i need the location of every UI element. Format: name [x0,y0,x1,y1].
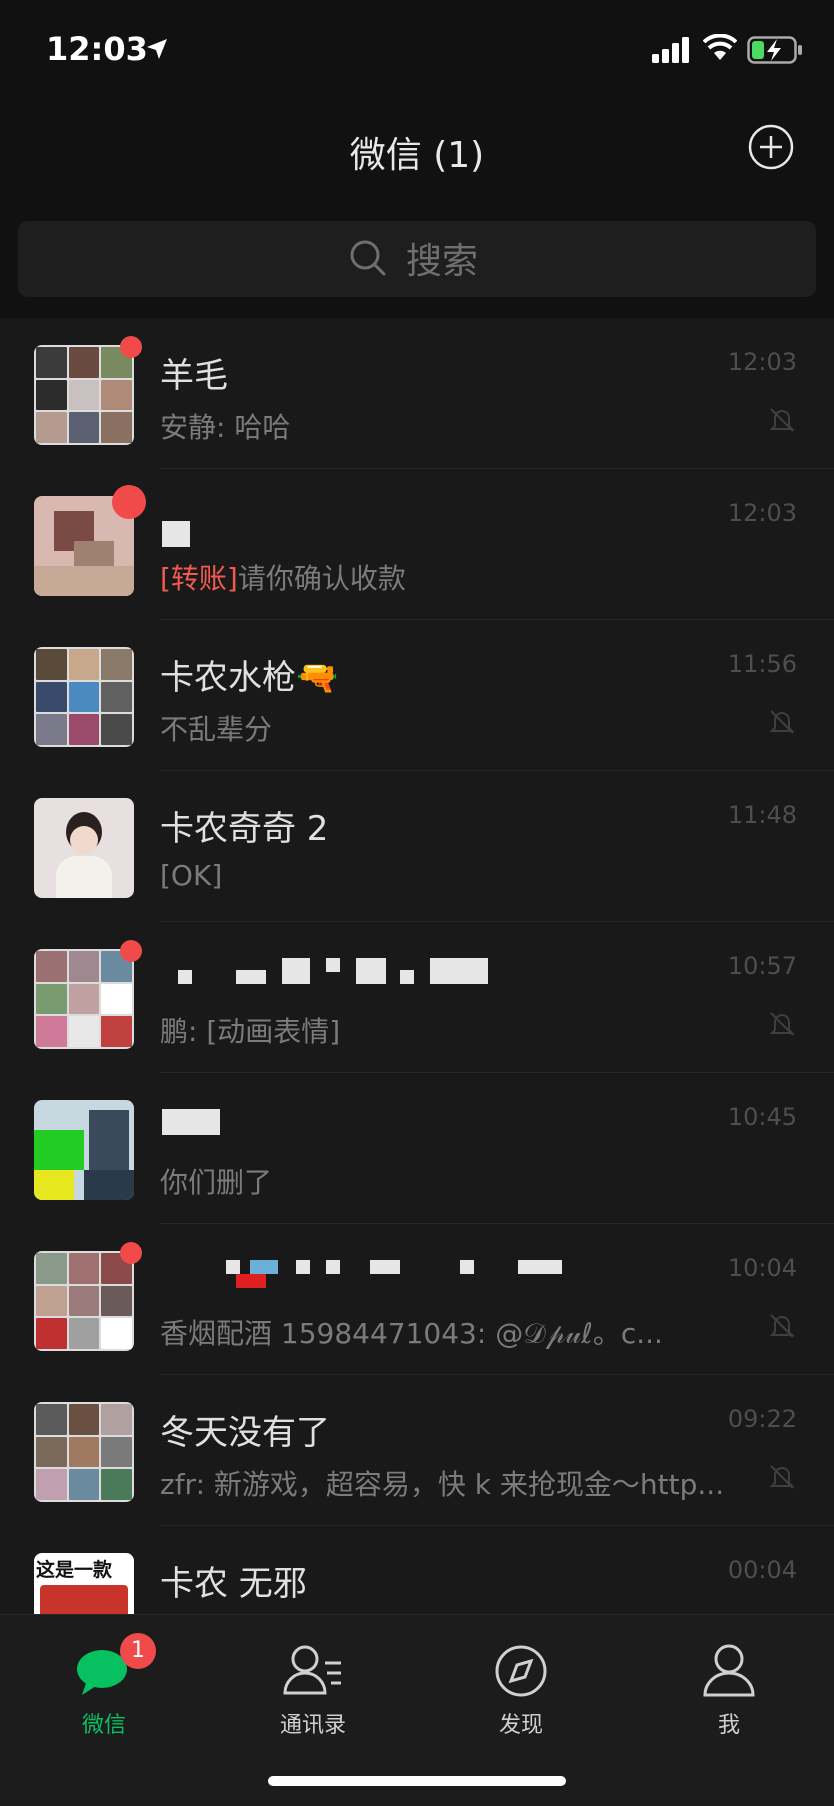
chat-time: 00:04 [727,1556,797,1584]
chat-preview: 安静: 哈哈 [160,411,291,444]
chat-time: 11:56 [727,650,797,678]
chat-time: 10:45 [727,1103,797,1131]
chat-name: 卡农 无邪 [160,1564,307,1604]
chat-item[interactable]: 这是一款 卡农 无邪 00:04 [0,1526,834,1614]
avatar [34,798,134,898]
tab-me[interactable]: 我 [659,1633,799,1743]
chat-time: 10:57 [727,952,797,980]
tab-label: 通讯录 [279,1713,346,1738]
header: 微信 (1) [0,100,834,200]
avatar [34,345,134,445]
mute-bell-icon [769,1314,795,1338]
contacts-icon [283,1645,341,1695]
chat-preview: zfr: 新游戏，超容易，快 k 来抢现金～http... [160,1468,725,1501]
chat-preview: [OK] [160,859,223,892]
avatar [34,949,134,1049]
search-icon [350,240,386,276]
unread-dot [120,1242,142,1264]
avatar [34,647,134,747]
chat-time: 10:04 [727,1254,797,1282]
chat-time: 11:48 [727,801,797,829]
chat-item[interactable]: 香烟配酒 15984471043: @𝒟𝓅𝓊ℓ。c... 10:04 [0,1224,834,1375]
unread-dot [120,940,142,962]
search-placeholder: 搜索 [406,241,479,282]
tab-label: 微信 [81,1713,126,1738]
chat-item[interactable]: 鹏: [动画表情] 10:57 [0,922,834,1073]
chat-preview: 鹏: [动画表情] [160,1015,341,1048]
avatar [34,1100,134,1200]
chat-item[interactable]: 卡农奇奇 2 [OK] 11:48 [0,771,834,922]
tab-label: 发现 [498,1713,543,1738]
avatar [34,1251,134,1351]
tab-label: 我 [717,1713,740,1738]
chat-name: 卡农水枪🔫 [160,658,339,698]
status-bar: 12:03 [0,0,834,100]
avatar-text: 这是一款 [36,1559,113,1581]
chat-name: 冬天没有了 [160,1413,330,1453]
chat-item[interactable]: [转账]请你确认收款 12:03 [0,469,834,620]
chat-item[interactable]: 羊毛 安静: 哈哈 12:03 [0,318,834,469]
mute-bell-icon [769,1012,795,1036]
battery-charging-icon [747,36,802,64]
plus-circle-icon[interactable] [746,122,796,172]
mute-bell-icon [769,408,795,432]
chat-time: 12:03 [727,499,797,527]
chat-time: 12:03 [727,348,797,376]
compass-icon [495,1645,547,1697]
person-icon [703,1644,755,1697]
unread-dot [112,485,146,519]
chat-item[interactable]: 你们删了 10:45 [0,1073,834,1224]
tab-discover[interactable]: 发现 [451,1633,591,1743]
location-arrow-icon [147,39,167,59]
chat-name: 卡农奇奇 2 [160,809,329,849]
chat-item[interactable]: 冬天没有了 zfr: 新游戏，超容易，快 k 来抢现金～http... 09:2… [0,1375,834,1526]
home-indicator[interactable] [268,1776,566,1786]
unread-badge: 1 [120,1633,156,1669]
avatar [34,1402,134,1502]
avatar: 这是一款 [34,1553,134,1614]
wifi-icon [703,34,737,60]
tab-contacts[interactable]: 通讯录 [243,1633,383,1743]
redacted-block [162,521,190,547]
chat-preview: 不乱辈分 [160,713,273,746]
status-time: 12:03 [46,30,148,68]
unread-dot [120,336,142,358]
chat-item[interactable]: 卡农水枪🔫 不乱辈分 11:56 [0,620,834,771]
chat-list: 羊毛 安静: 哈哈 12:03 [转账]请你确认收款 12:03 卡农水枪🔫 不… [0,318,834,1614]
tab-chats[interactable]: 1 微信 [34,1633,174,1743]
mute-bell-icon [769,1465,795,1489]
page-title: 微信 (1) [349,135,485,176]
signal-icon [652,37,689,63]
chat-preview: 香烟配酒 15984471043: @𝒟𝓅𝓊ℓ。c... [160,1317,663,1350]
transfer-tag: [转账] [160,562,238,595]
mute-bell-icon [769,710,795,734]
chat-preview: [转账]请你确认收款 [160,562,406,595]
chat-preview: 你们删了 [160,1166,273,1199]
chat-name: 羊毛 [160,356,228,396]
chat-time: 09:22 [727,1405,797,1433]
